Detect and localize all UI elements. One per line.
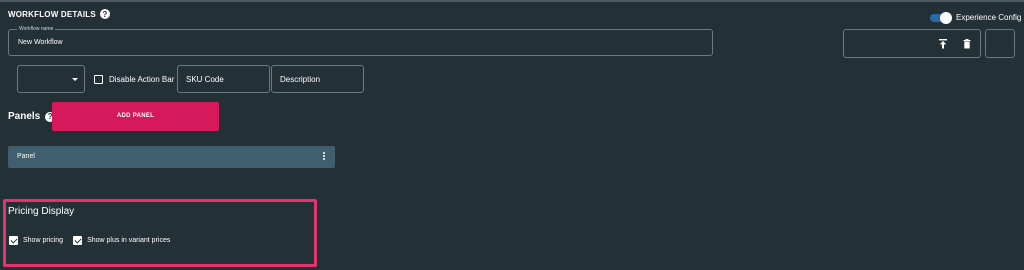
pricing-options: Show pricing Show plus in variant prices (9, 236, 175, 245)
show-plus-variant-checkbox[interactable] (73, 236, 83, 245)
chevron-down-icon (72, 78, 78, 81)
panels-heading: Panels ? (8, 111, 56, 122)
top-divider (0, 0, 1024, 2)
panel-label: Panel (17, 153, 35, 160)
show-pricing-checkbox[interactable] (9, 236, 18, 245)
section-header: WORKFLOW DETAILS ? (8, 9, 110, 19)
more-vert-icon[interactable] (323, 152, 325, 160)
extra-box[interactable] (985, 29, 1015, 58)
toggle-knob (940, 11, 952, 24)
pricing-display-title: Pricing Display (8, 206, 75, 217)
panel-list-item[interactable]: Panel (8, 146, 335, 168)
show-plus-variant-label: Show plus in variant prices (87, 237, 171, 244)
sku-code-field[interactable]: SKU Code (177, 65, 270, 93)
panels-title: Panels (8, 111, 41, 122)
trash-icon[interactable] (961, 38, 973, 50)
add-panel-button[interactable]: ADD PANEL (52, 102, 219, 131)
disable-action-bar-label: Disable Action Bar (109, 75, 175, 84)
upload-icon[interactable] (937, 38, 949, 50)
help-icon[interactable]: ? (99, 9, 110, 19)
workflow-action-box (843, 29, 981, 58)
experience-config-toggle-group: Experience Config (930, 11, 1022, 24)
description-field[interactable]: Description (271, 65, 364, 93)
disable-action-bar-checkbox[interactable] (94, 75, 103, 84)
experience-config-label: Experience Config (956, 13, 1022, 22)
disable-action-bar-option[interactable]: Disable Action Bar (94, 75, 174, 84)
workflow-name-value: New Workflow (18, 39, 63, 46)
show-pricing-label: Show pricing (23, 237, 64, 244)
workflow-name-label: Workflow name (17, 26, 56, 32)
experience-config-toggle[interactable] (930, 11, 952, 24)
workflow-details-title: WORKFLOW DETAILS (8, 9, 96, 19)
workflow-name-field[interactable]: Workflow name New Workflow (8, 26, 713, 56)
show-pricing-option[interactable]: Show pricing (9, 236, 63, 245)
type-dropdown[interactable] (17, 65, 85, 93)
show-plus-variant-option[interactable]: Show plus in variant prices (73, 236, 170, 245)
